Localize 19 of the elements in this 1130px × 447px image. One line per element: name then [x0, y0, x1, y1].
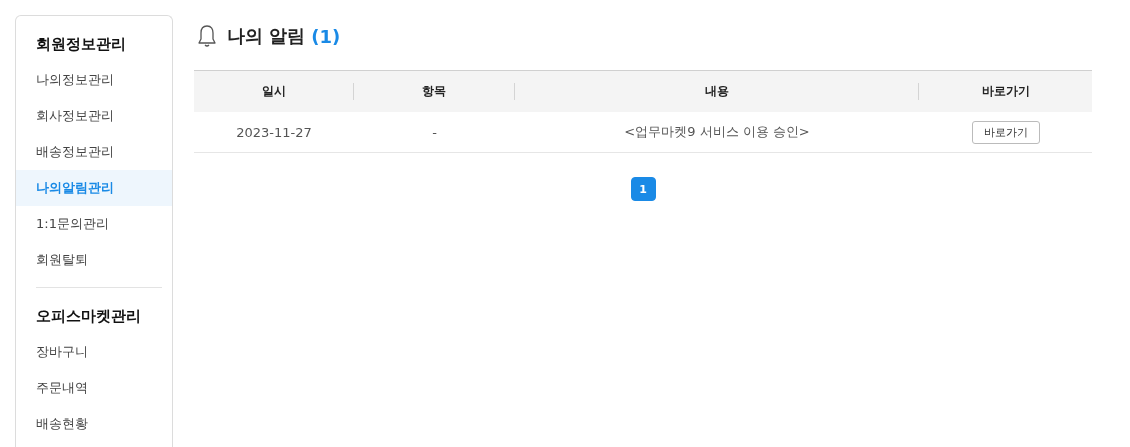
sidebar-item[interactable]: 배송현황 [16, 406, 172, 442]
page-button[interactable]: 1 [630, 177, 656, 201]
sidebar-item[interactable]: 배송정보관리 [16, 134, 172, 170]
page-title: 나의 알림 [227, 24, 306, 48]
sidebar-item[interactable]: 나의정보관리 [16, 62, 172, 98]
table-cell: <업무마켓9 서비스 이용 승인> [624, 124, 810, 139]
sidebar-item[interactable]: 회사정보관리 [16, 98, 172, 134]
bell-icon [197, 24, 217, 48]
sidebar-item[interactable]: 주문내역 [16, 370, 172, 406]
shortcut-button[interactable]: 바로가기 [971, 120, 1040, 144]
sidebar-item[interactable]: 장바구니 [16, 334, 172, 370]
sidebar-item[interactable]: 1:1문의관리 [16, 206, 172, 242]
table-cell: - [432, 124, 437, 140]
table-cell: 2023-11-27 [236, 124, 312, 140]
sidebar-item[interactable]: 회원탈퇴 [16, 242, 172, 278]
notification-count: (1) [311, 25, 341, 47]
section-title: 회원정보관리 [35, 34, 127, 55]
section-title: 오피스마켓관리 [35, 306, 142, 327]
column-header: 바로가기 [980, 83, 1031, 100]
